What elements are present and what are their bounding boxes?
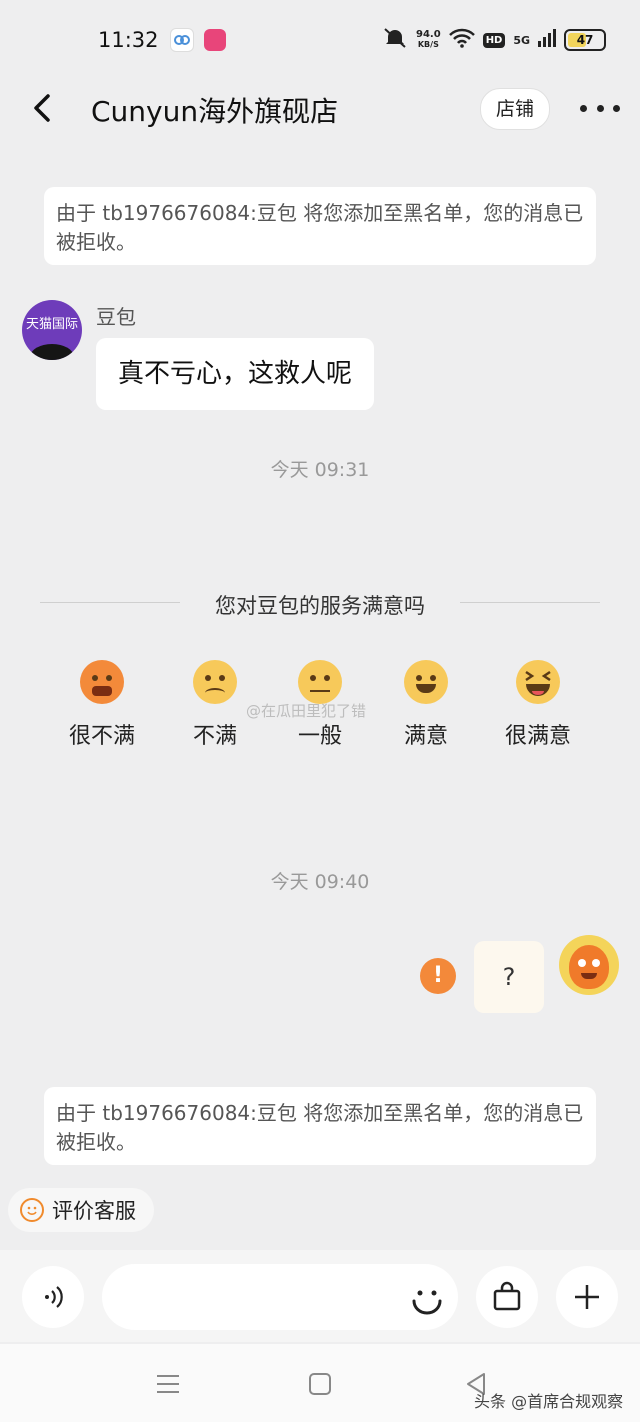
battery-icon: 47 — [564, 29, 607, 51]
voice-input-button[interactable] — [22, 1266, 84, 1328]
eye — [310, 675, 316, 681]
status-time: 11:32 — [98, 28, 159, 52]
laughing-face-icon — [516, 660, 560, 704]
rating-label: 很满意 — [504, 724, 571, 749]
eye — [324, 675, 330, 681]
mouth — [416, 684, 436, 693]
more-dot — [580, 104, 587, 112]
user-avatar[interactable] — [559, 935, 619, 995]
smile-face-icon — [404, 660, 448, 704]
app-notification-icon-2 — [204, 29, 226, 51]
timestamp: 今天 09:40 — [270, 871, 370, 893]
rating-satisfied[interactable]: 满意 — [381, 660, 471, 750]
eye — [205, 675, 211, 681]
laugh-eyes — [525, 670, 551, 696]
more-dot — [596, 104, 604, 112]
mascot-icon — [569, 945, 609, 989]
mouth — [581, 973, 597, 979]
sender-name: 豆包 — [96, 305, 136, 329]
signal-icon — [538, 29, 557, 51]
hd-icon: HD — [482, 32, 506, 48]
timestamp: 今天 09:31 — [270, 459, 370, 481]
more-dot — [613, 104, 620, 112]
plus-icon — [575, 1285, 599, 1309]
survey-title: 您对豆包的服务满意吗 — [180, 590, 460, 620]
wifi-icon — [448, 28, 475, 52]
eye — [430, 675, 436, 681]
eye — [578, 959, 586, 967]
battery-level: 47 — [576, 33, 594, 47]
smile-icon — [412, 1290, 442, 1315]
status-right: 94.0 KB/S HD 5G 47 — [382, 26, 607, 54]
chevron-left-icon — [34, 94, 50, 122]
mouth — [310, 690, 330, 692]
eye — [92, 675, 98, 681]
status-icons — [170, 26, 226, 54]
rating-very-satisfied[interactable]: 很满意 — [493, 660, 583, 750]
nav-home-button[interactable] — [300, 1366, 340, 1402]
rating-very-unsatisfied[interactable]: 很不满 — [57, 660, 147, 750]
shopping-bag-icon — [493, 1281, 521, 1311]
rating-label: 一般 — [297, 724, 342, 749]
back-button[interactable] — [28, 88, 58, 128]
blacklist-notice: 由于 tb1976676084:豆包 将您添加至黑名单，您的消息已被拒收。 — [44, 1087, 596, 1165]
cat-logo-icon — [30, 344, 74, 360]
frown-face-icon — [193, 660, 237, 704]
eye — [219, 675, 225, 681]
more-options-button[interactable] — [580, 96, 620, 120]
eye — [592, 959, 600, 967]
avatar-brand-text: 天猫国际 — [25, 317, 78, 332]
mouth — [92, 686, 112, 696]
rating-label: 不满 — [192, 724, 237, 749]
rate-service-button[interactable]: 评价客服 — [8, 1188, 154, 1232]
shop-button[interactable]: 店铺 — [480, 88, 550, 130]
menu-icon — [157, 1375, 179, 1393]
rate-service-label: 评价客服 — [52, 1199, 136, 1223]
rating-label: 满意 — [403, 724, 448, 749]
rating-label: 很不满 — [68, 724, 135, 749]
eye — [106, 675, 112, 681]
footer-credit: 头条 @首席合规观察 — [474, 1392, 624, 1411]
eye — [416, 675, 422, 681]
net-speed-value: 94.0 — [416, 29, 441, 40]
network-label: 5G — [513, 33, 531, 47]
product-button[interactable] — [476, 1266, 538, 1328]
add-button[interactable] — [556, 1266, 618, 1328]
incoming-message-bubble[interactable]: 真不亏心，这救人呢 — [96, 338, 375, 410]
send-failed-icon[interactable]: ! — [420, 958, 456, 994]
mute-icon — [382, 26, 408, 54]
smile-icon — [20, 1198, 44, 1222]
net-speed: 94.0 KB/S — [416, 30, 441, 50]
emoji-button[interactable] — [398, 1270, 456, 1328]
outgoing-message-bubble[interactable]: ? — [474, 941, 544, 1013]
blacklist-notice: 由于 tb1976676084:豆包 将您添加至黑名单，您的消息已被拒收。 — [44, 187, 596, 265]
shop-avatar[interactable]: 天猫国际 — [22, 300, 82, 360]
net-speed-unit: KB/S — [417, 40, 439, 49]
watermark: @在瓜田里犯了错 — [246, 702, 367, 720]
mouth — [205, 688, 225, 698]
chat-title: Cunyun海外旗砚店 — [91, 95, 339, 128]
app-notification-icon — [170, 28, 194, 52]
nav-menu-button[interactable] — [148, 1366, 188, 1402]
voice-icon — [45, 1286, 63, 1308]
neutral-face-icon — [298, 660, 342, 704]
angry-face-icon — [80, 660, 124, 704]
square-icon — [309, 1373, 331, 1395]
